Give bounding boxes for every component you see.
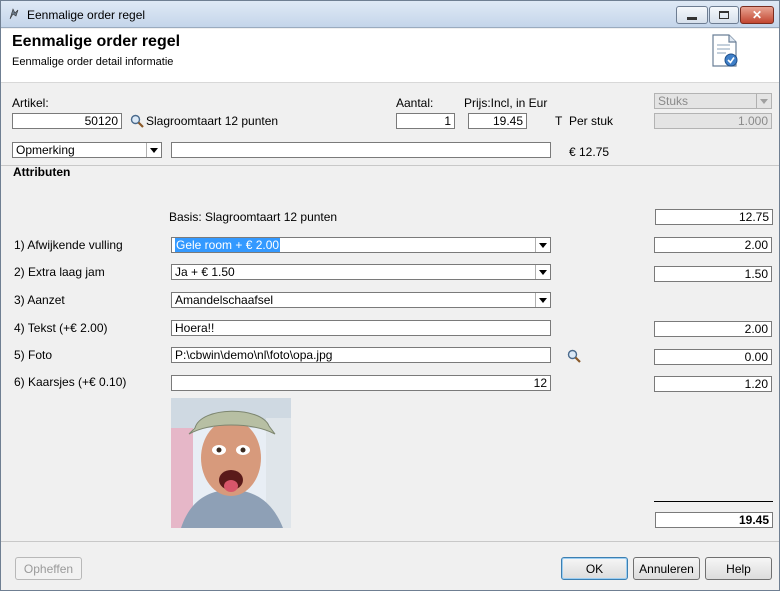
chevron-down-icon[interactable] (535, 265, 550, 279)
window-title: Eenmalige order regel (27, 8, 146, 22)
ok-button[interactable]: OK (561, 557, 628, 580)
attribute-price-4: 2.00 (654, 321, 772, 337)
extra-laag-jam-select[interactable]: Ja + € 1.50 (171, 264, 551, 280)
header-subtitle: Eenmalige order detail informatie (12, 56, 174, 68)
t-label: T (555, 114, 563, 128)
artikel-name: Slagroomtaart 12 punten (146, 114, 279, 128)
per-stuk-label: Per stuk (569, 114, 614, 128)
attribute-price-5: 0.00 (654, 349, 772, 365)
app-icon (9, 8, 19, 20)
total-price: 19.45 (655, 512, 773, 528)
minimize-button[interactable] (676, 6, 708, 24)
title-bar[interactable]: Eenmalige order regel ✕ (1, 1, 779, 28)
kaarsjes-input[interactable]: 12 (171, 375, 551, 391)
price-each: € 12.75 (569, 145, 610, 159)
attributes-title: Attributen (13, 165, 71, 179)
maximize-icon (719, 11, 729, 19)
annuleren-button[interactable]: Annuleren (633, 557, 700, 580)
attribute-price-6: 1.20 (654, 376, 772, 392)
maximize-button[interactable] (709, 6, 739, 24)
unit-value-field: 1.000 (654, 113, 772, 129)
attribute-label-1: 1) Afwijkende vulling (14, 238, 123, 252)
minimize-icon (687, 16, 697, 20)
chevron-down-icon[interactable] (535, 238, 550, 252)
artikel-label: Artikel: (12, 96, 49, 110)
extra-laag-jam-value: Ja + € 1.50 (175, 265, 235, 279)
tekst-input[interactable]: Hoera!! (171, 320, 551, 336)
dialog-window: Eenmalige order regel ✕ Eenmalige order … (0, 0, 780, 591)
aantal-input[interactable]: 1 (396, 113, 455, 129)
search-icon[interactable] (567, 349, 581, 363)
chevron-down-icon[interactable] (146, 143, 161, 157)
opmerking-select[interactable]: Opmerking (12, 142, 162, 158)
close-button[interactable]: ✕ (740, 6, 774, 24)
chevron-down-icon[interactable] (756, 94, 771, 108)
attribute-price-1: 2.00 (654, 237, 772, 253)
unit-select[interactable]: Stuks (654, 93, 772, 109)
attribute-label-4: 4) Tekst (+€ 2.00) (14, 321, 108, 335)
attribute-label-3: 3) Aanzet (14, 293, 65, 307)
opmerking-select-value: Opmerking (16, 143, 75, 157)
opmerking-input[interactable] (171, 142, 551, 158)
afwijkende-vulling-select[interactable]: Gele room + € 2.00 (171, 237, 551, 253)
afwijkende-vulling-value: Gele room + € 2.00 (175, 238, 281, 252)
total-divider (654, 501, 773, 502)
section-divider (1, 165, 779, 166)
search-icon[interactable] (130, 114, 144, 128)
document-icon (712, 34, 738, 67)
photo-preview (171, 398, 291, 528)
close-icon: ✕ (751, 8, 763, 22)
help-button[interactable]: Help (705, 557, 772, 580)
prijs-label: Prijs:Incl, in Eur (464, 96, 548, 110)
attribute-label-6: 6) Kaarsjes (+€ 0.10) (14, 375, 127, 389)
attribute-label-2: 2) Extra laag jam (14, 265, 105, 279)
attribute-label-5: 5) Foto (14, 348, 53, 362)
attribute-price-2: 1.50 (654, 266, 772, 282)
basis-price: 12.75 (655, 209, 773, 225)
unit-select-value: Stuks (658, 94, 689, 108)
footer-divider (1, 541, 779, 542)
aanzet-select[interactable]: Amandelschaafsel (171, 292, 551, 308)
artikel-input[interactable]: 50120 (12, 113, 122, 129)
ok-button-label: OK (585, 561, 604, 576)
aantal-label: Aantal: (396, 96, 434, 110)
aanzet-value: Amandelschaafsel (175, 293, 274, 307)
prijs-input[interactable]: 19.45 (468, 113, 527, 129)
chevron-down-icon[interactable] (535, 293, 550, 307)
basis-label: Basis: Slagroomtaart 12 punten (169, 210, 338, 224)
dialog-header: Eenmalige order regel Eenmalige order de… (1, 29, 779, 83)
foto-path-input[interactable]: P:\cbwin\demo\nl\foto\opa.jpg (171, 347, 551, 363)
opheffen-button[interactable]: Opheffen (15, 557, 82, 580)
header-title: Eenmalige order regel (12, 33, 181, 50)
